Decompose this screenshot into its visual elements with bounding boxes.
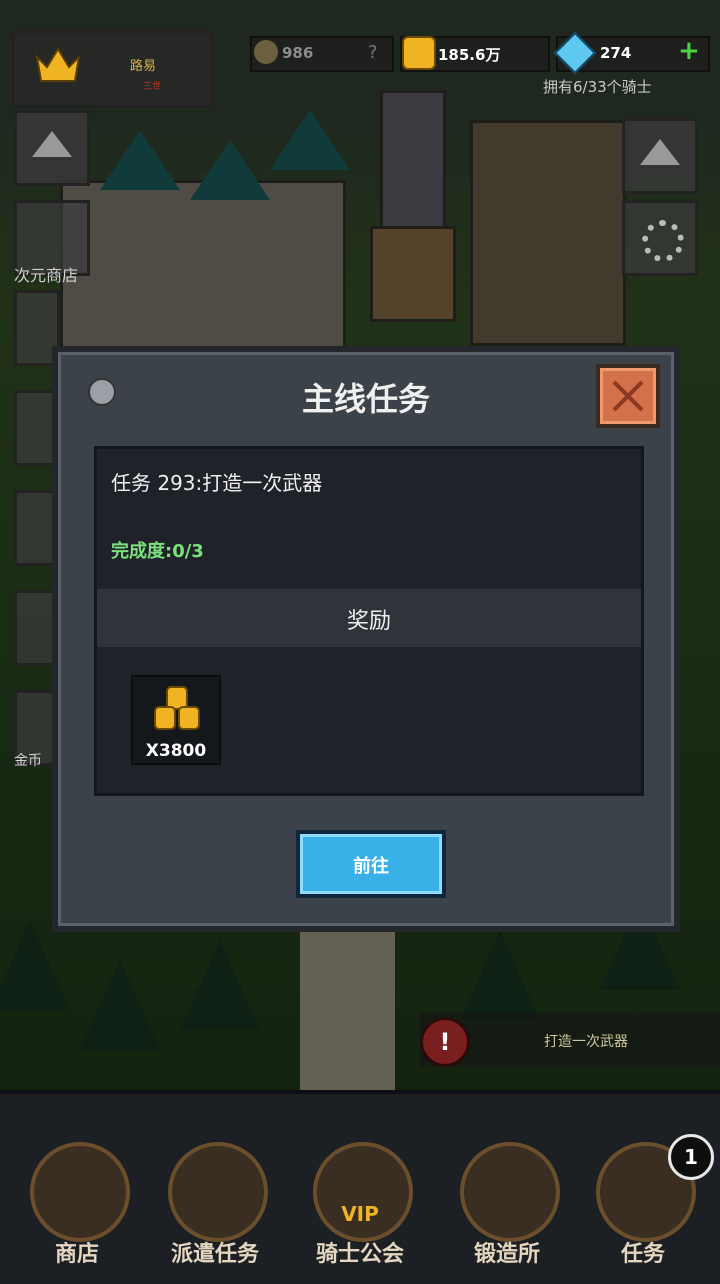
gold-coins-icon [154, 686, 200, 730]
gold-stat[interactable]: 185.6万 [400, 36, 550, 72]
player-name: 路易 [130, 59, 157, 74]
crown-icon [35, 45, 81, 85]
reward-header: 奖励 [97, 589, 641, 647]
main-quest-dialog: 主线任务 任务 293:打造一次武器 完成度:0/3 奖励 X3800 前往 [52, 346, 680, 932]
nav-label-dispatch: 派遣任务 [170, 1242, 259, 1267]
go-button[interactable]: 前往 [296, 830, 446, 898]
hint-text: 打造一次武器 [544, 1034, 628, 1050]
nav-label-forge: 锻造所 [473, 1242, 540, 1267]
logs-icon [168, 1142, 268, 1242]
nav-label-tasks: 任务 [620, 1242, 665, 1267]
shop-icon [30, 1142, 130, 1242]
power-value: 986 [282, 44, 314, 62]
knight-helmet-icon [313, 1142, 413, 1242]
task-progress: 完成度:0/3 [111, 541, 204, 562]
player-title: 三世 [143, 82, 162, 92]
close-button[interactable] [596, 364, 660, 428]
gold-coin-icon [402, 36, 436, 70]
close-x-icon [612, 380, 644, 412]
dimension-shop-label: 次元商店 [14, 266, 79, 285]
task-notification-badge: 1 [668, 1134, 714, 1180]
reward-item-gold[interactable]: X3800 [131, 675, 221, 765]
side-button-up-right[interactable] [622, 118, 698, 194]
gem-value: 274 [600, 44, 632, 62]
dialog-title: 主线任务 [301, 380, 430, 418]
power-stat[interactable]: 986 ? [250, 36, 394, 72]
gold-value: 185.6万 [438, 46, 501, 64]
settings-button[interactable] [622, 200, 698, 276]
question-icon: ? [368, 42, 378, 63]
reward-quantity: X3800 [145, 741, 207, 761]
up-arrow-icon [32, 131, 72, 157]
top-bar: 路易 三世 986 ? 185.6万 274 + 拥有6/33个骑士 [0, 0, 720, 108]
quest-content-panel: 任务 293:打造一次武器 完成度:0/3 奖励 X3800 [94, 446, 644, 796]
gold-side-label: 金币 [14, 753, 42, 769]
task-description: 任务 293:打造一次武器 [111, 471, 323, 495]
reward-title: 奖励 [346, 609, 391, 634]
go-button-label: 前往 [353, 856, 389, 877]
nav-item-forge[interactable]: 锻造所 [452, 1128, 562, 1268]
nav-item-shop[interactable]: 商店 [22, 1128, 132, 1268]
side-button-shop-nav[interactable] [14, 110, 90, 186]
gear-icon [642, 220, 684, 262]
player-profile[interactable]: 路易 三世 [12, 30, 213, 108]
knights-owned-count: 拥有6/33个骑士 [543, 78, 652, 96]
nav-label-guild: 骑士公会 [315, 1242, 404, 1267]
nav-item-guild[interactable]: VIP 骑士公会 [305, 1128, 415, 1268]
nav-label-shop: 商店 [54, 1242, 99, 1267]
up-arrow-icon [640, 139, 680, 165]
gem-icon [553, 31, 597, 75]
current-task-hint[interactable]: ! 打造一次武器 [420, 1013, 720, 1067]
add-gems-plus-icon[interactable]: + [678, 36, 700, 66]
nav-item-dispatch[interactable]: 派遣任务 [160, 1128, 270, 1268]
gem-stat[interactable]: 274 + [553, 31, 710, 75]
cross-shield-icon [254, 40, 278, 64]
alert-icon: ! [420, 1017, 470, 1067]
vip-label: VIP [341, 1202, 379, 1226]
bottom-nav: 商店 派遣任务 VIP 骑士公会 锻造所 任务 [0, 1090, 720, 1284]
anvil-hammer-icon [460, 1142, 560, 1242]
